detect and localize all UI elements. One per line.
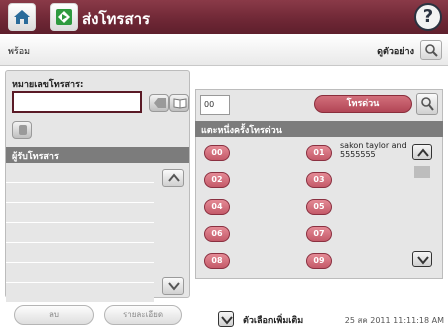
chevron-up-icon (168, 173, 180, 182)
recipients-scroll-up-button[interactable] (162, 169, 184, 187)
speed-dial-entry-number: 5555555 (340, 150, 376, 159)
list-item[interactable] (6, 283, 154, 303)
recipients-scroll-down-button[interactable] (162, 277, 184, 295)
speed-dial-button[interactable]: 02 (204, 172, 230, 188)
speed-dial-button[interactable]: 00 (204, 145, 230, 161)
phonebook-button[interactable] (169, 94, 189, 112)
list-item[interactable] (6, 263, 154, 283)
speed-dial-search-button[interactable] (416, 93, 438, 115)
speed-dial-scroll-thumb[interactable] (414, 166, 430, 178)
speed-dial-button[interactable]: 06 (204, 226, 230, 242)
speed-dial-header: แตะหนึ่งครั้งโทรด่วน (195, 121, 443, 137)
add-recipient-button[interactable] (12, 121, 32, 139)
speed-dial-button[interactable]: 04 (204, 199, 230, 215)
speed-dial-scroll-down-button[interactable] (412, 251, 432, 267)
backspace-button[interactable] (149, 94, 169, 112)
chevron-down-icon (168, 282, 180, 291)
speed-dial-button[interactable]: 08 (204, 253, 230, 269)
speed-dial-entry-label: sakon taylor and (340, 141, 407, 150)
list-item[interactable] (6, 183, 154, 203)
speed-dial-button[interactable]: 07 (306, 226, 332, 242)
start-icon (56, 9, 72, 25)
list-item[interactable] (6, 163, 154, 183)
speed-dial-button[interactable]: 09 (306, 253, 332, 269)
status-text: พร้อม (8, 47, 31, 57)
phonebook-icon (173, 98, 187, 109)
fax-number-label: หมายเลขโทรสาร: (12, 80, 84, 90)
recipients-header: ผู้รับโทรสาร (6, 147, 189, 163)
recipient-icon (19, 125, 27, 135)
chevron-down-icon (221, 316, 233, 325)
help-button[interactable]: ? (414, 3, 442, 31)
date-time: 25 สค 2011 11:11:18 AM (344, 316, 444, 325)
preview-button[interactable] (420, 40, 442, 60)
status-bar: พร้อม ดูตัวอย่าง (0, 34, 448, 66)
speed-dial-button[interactable]: 01 (306, 145, 332, 161)
recipient-panel: หมายเลขโทรสาร: ผู้รับโทรสาร (5, 70, 190, 303)
start-button[interactable] (50, 3, 78, 31)
home-icon (14, 10, 30, 24)
speed-dial-button[interactable]: 05 (306, 199, 332, 215)
backspace-icon (154, 98, 166, 108)
more-options-label[interactable]: ตัวเลือกเพิ่มเติม (243, 313, 303, 327)
home-button[interactable] (8, 3, 36, 31)
magnifier-icon (425, 44, 438, 57)
list-item[interactable] (6, 203, 154, 223)
recipient-list (6, 163, 154, 303)
list-item[interactable] (6, 223, 154, 243)
speed-dial-number-field[interactable]: 00 (200, 95, 230, 115)
fax-number-input[interactable] (12, 91, 142, 113)
speed-dial-button[interactable]: 03 (306, 172, 332, 188)
speed-dial-scroll-up-button[interactable] (412, 144, 432, 160)
title-bar: ส่งโทรสาร ? (0, 0, 448, 34)
list-item[interactable] (6, 243, 154, 263)
speed-dial-fax-button[interactable]: โทรด่วน (314, 95, 412, 113)
magnifier-icon (421, 97, 434, 111)
remove-button[interactable]: ลบ (14, 305, 94, 325)
details-button[interactable]: รายละเอียด (104, 305, 182, 325)
chevron-down-icon (417, 256, 429, 265)
chevron-up-icon (417, 148, 429, 157)
speed-dial-entry-name: sakon taylor and 5555555 (340, 141, 407, 159)
page-title: ส่งโทรสาร (82, 10, 151, 28)
more-options-button[interactable] (218, 311, 234, 327)
preview-label: ดูตัวอย่าง (377, 47, 414, 57)
